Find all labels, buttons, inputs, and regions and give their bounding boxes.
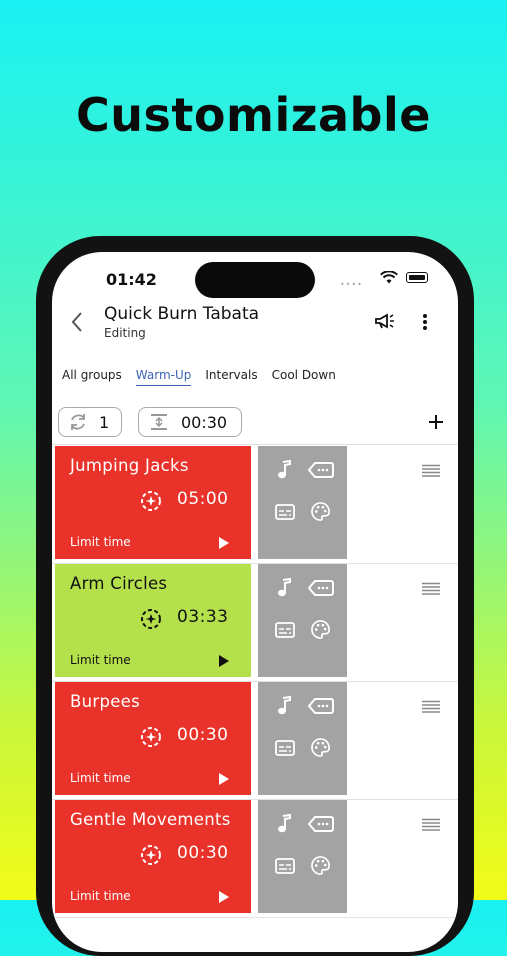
back-button[interactable] bbox=[70, 310, 84, 340]
exercise-tools bbox=[258, 564, 347, 677]
cellular-signal-icon: •••• bbox=[340, 280, 363, 289]
status-icons bbox=[380, 271, 428, 284]
page-subtitle: Editing bbox=[104, 326, 146, 340]
exercise-card[interactable]: Jumping Jacks 05:00 Limit time bbox=[55, 446, 251, 559]
page-title: Quick Burn Tabata bbox=[104, 304, 260, 324]
palette-icon[interactable] bbox=[311, 738, 330, 757]
dynamic-island bbox=[195, 262, 315, 298]
timer-icon bbox=[141, 845, 161, 865]
rest-interval-icon bbox=[151, 414, 167, 430]
subtitles-icon[interactable] bbox=[275, 858, 295, 874]
app-screen: 01:42 •••• Quick Burn Tabata Editing All… bbox=[52, 252, 458, 952]
exercise-list: Jumping Jacks 05:00 Limit time Arm Circl… bbox=[52, 446, 458, 918]
exercise-tools bbox=[258, 446, 347, 559]
tab-all-groups[interactable]: All groups bbox=[62, 368, 122, 386]
tab-warm-up[interactable]: Warm-Up bbox=[135, 368, 192, 386]
headline: Customizable bbox=[76, 88, 431, 142]
exercise-card[interactable]: Gentle Movements 00:30 Limit time bbox=[55, 800, 251, 913]
app-header: Quick Burn Tabata Editing bbox=[52, 300, 458, 350]
tab-intervals[interactable]: Intervals bbox=[205, 368, 257, 386]
battery-icon bbox=[406, 272, 428, 283]
exercise-tools bbox=[258, 800, 347, 913]
exercise-row: Gentle Movements 00:30 Limit time bbox=[52, 800, 458, 918]
music-note-icon[interactable] bbox=[277, 578, 291, 598]
play-icon[interactable] bbox=[218, 772, 230, 786]
exercise-duration: 05:00 bbox=[177, 489, 229, 509]
exercise-card[interactable]: Arm Circles 03:33 Limit time bbox=[55, 564, 251, 677]
drag-handle-icon[interactable] bbox=[422, 700, 440, 714]
music-note-icon[interactable] bbox=[277, 696, 291, 716]
add-exercise-button[interactable] bbox=[428, 404, 444, 437]
more-vertical-icon bbox=[423, 314, 427, 330]
wifi-icon bbox=[380, 271, 398, 284]
tab-cool-down[interactable]: Cool Down bbox=[272, 368, 336, 386]
divider bbox=[52, 444, 458, 445]
exercise-card[interactable]: Burpees 00:30 Limit time bbox=[55, 682, 251, 795]
limit-time-label[interactable]: Limit time bbox=[70, 653, 131, 667]
exercise-name: Arm Circles bbox=[70, 574, 168, 593]
group-tabs: All groups Warm-Up Intervals Cool Down bbox=[62, 368, 336, 386]
music-note-icon[interactable] bbox=[277, 814, 291, 834]
megaphone-icon bbox=[375, 313, 394, 329]
music-note-icon[interactable] bbox=[277, 460, 291, 480]
more-button[interactable] bbox=[422, 312, 428, 336]
exercise-tools bbox=[258, 682, 347, 795]
exercise-row: Arm Circles 03:33 Limit time bbox=[52, 564, 458, 682]
rest-time-value: 00:30 bbox=[181, 412, 228, 432]
subtitles-icon[interactable] bbox=[275, 740, 295, 756]
exercise-name: Jumping Jacks bbox=[70, 456, 189, 475]
label-icon[interactable] bbox=[308, 579, 334, 597]
chevron-left-icon bbox=[71, 312, 82, 332]
palette-icon[interactable] bbox=[311, 856, 330, 875]
limit-time-label[interactable]: Limit time bbox=[70, 889, 131, 903]
timer-icon bbox=[141, 727, 161, 747]
palette-icon[interactable] bbox=[311, 502, 330, 521]
label-icon[interactable] bbox=[308, 461, 334, 479]
status-time: 01:42 bbox=[106, 270, 157, 289]
limit-time-label[interactable]: Limit time bbox=[70, 771, 131, 785]
play-icon[interactable] bbox=[218, 890, 230, 904]
subtitles-icon[interactable] bbox=[275, 622, 295, 638]
group-controls: 1 00:30 bbox=[58, 406, 452, 442]
subtitles-icon[interactable] bbox=[275, 504, 295, 520]
label-icon[interactable] bbox=[308, 815, 334, 833]
timer-icon bbox=[141, 491, 161, 511]
plus-icon bbox=[429, 415, 443, 429]
rest-time-button[interactable]: 00:30 bbox=[138, 407, 242, 437]
repeat-count-value: 1 bbox=[99, 412, 110, 432]
drag-handle-icon[interactable] bbox=[422, 464, 440, 478]
exercise-name: Burpees bbox=[70, 692, 141, 711]
repeat-count-button[interactable]: 1 bbox=[58, 407, 122, 437]
exercise-duration: 00:30 bbox=[177, 843, 229, 863]
announce-button[interactable] bbox=[374, 312, 396, 336]
exercise-row: Jumping Jacks 05:00 Limit time bbox=[52, 446, 458, 564]
exercise-name: Gentle Movements bbox=[70, 810, 231, 829]
exercise-duration: 00:30 bbox=[177, 725, 229, 745]
repeat-icon bbox=[71, 414, 85, 430]
exercise-duration: 03:33 bbox=[177, 607, 229, 627]
exercise-row: Burpees 00:30 Limit time bbox=[52, 682, 458, 800]
play-icon[interactable] bbox=[218, 536, 230, 550]
play-icon[interactable] bbox=[218, 654, 230, 668]
timer-icon bbox=[141, 609, 161, 629]
limit-time-label[interactable]: Limit time bbox=[70, 535, 131, 549]
label-icon[interactable] bbox=[308, 697, 334, 715]
drag-handle-icon[interactable] bbox=[422, 582, 440, 596]
palette-icon[interactable] bbox=[311, 620, 330, 639]
drag-handle-icon[interactable] bbox=[422, 818, 440, 832]
